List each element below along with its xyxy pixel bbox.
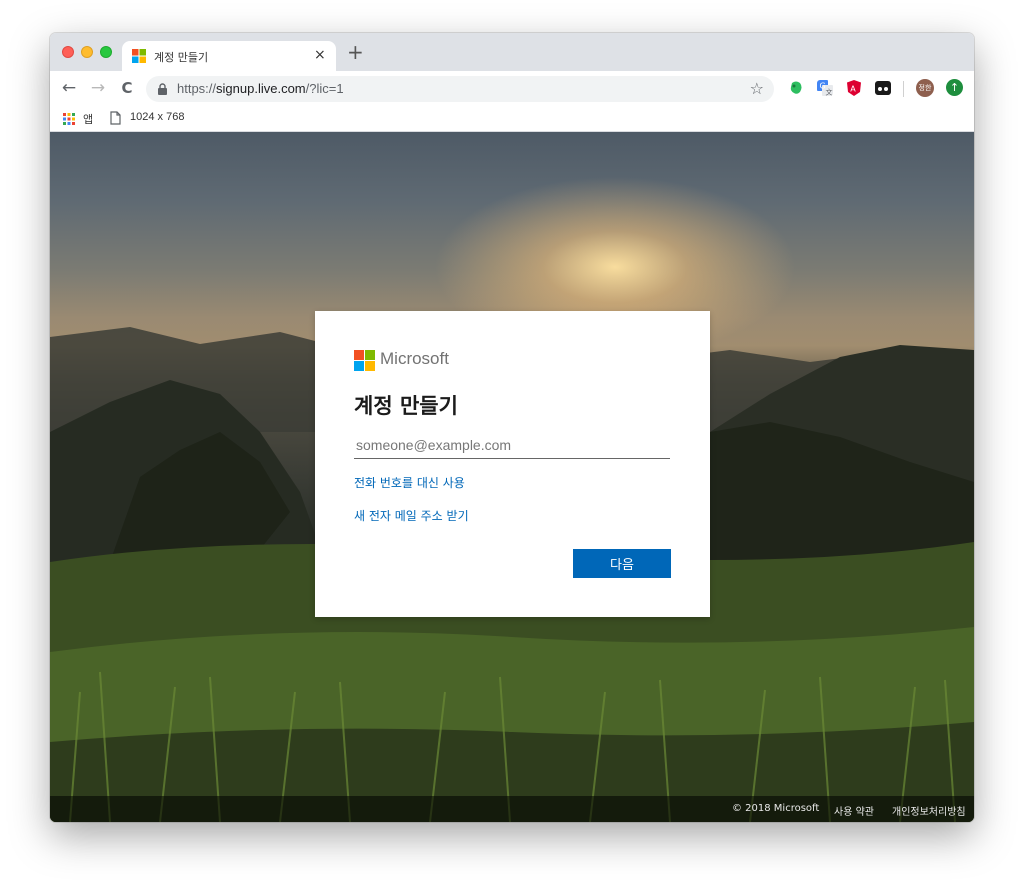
page-footer: © 2018 Microsoft 사용 약관 개인정보처리방침 [50,796,974,822]
bookmark-page[interactable]: 1024 x 768 [130,111,184,123]
next-button[interactable]: 다음 [573,549,671,578]
update-icon[interactable]: ↑ [946,79,963,96]
translate-icon[interactable]: G 文 [817,80,833,96]
forward-button[interactable]: → [87,77,109,99]
url-path: /?lic=1 [305,81,344,96]
tab-active[interactable]: 계정 만들기 × [122,41,336,71]
close-window-button[interactable] [62,46,74,58]
maximize-window-button[interactable] [100,46,112,58]
page-icon [110,111,121,125]
profile-avatar[interactable]: 정한 [916,79,934,97]
browser-window: 계정 만들기 × + ← → C https://signup.live.com… [50,33,974,822]
reload-button[interactable]: C [116,77,138,99]
card-title: 계정 만들기 [354,394,458,418]
new-tab-button[interactable]: + [347,41,364,63]
email-input[interactable] [354,432,670,459]
footer-copyright: © 2018 Microsoft [732,803,820,814]
browser-toolbar: ← → C https://signup.live.com/?lic=1 ☆ G… [50,71,974,105]
use-phone-link[interactable]: 전화 번호를 대신 사용 [354,474,465,491]
minimize-window-button[interactable] [81,46,93,58]
microsoft-favicon-icon [132,49,146,63]
url-text: https://signup.live.com/?lic=1 [177,81,344,96]
url-host: signup.live.com [216,81,306,96]
evernote-icon[interactable] [788,80,804,96]
tab-strip: 계정 만들기 × + [50,33,974,71]
angular-icon[interactable]: A [846,80,862,96]
signup-page: Microsoft 계정 만들기 전화 번호를 대신 사용 새 전자 메일 주소… [50,132,974,822]
microsoft-brand-text: Microsoft [380,349,449,368]
svg-text:A: A [850,85,856,94]
back-button[interactable]: ← [58,77,80,99]
tab-title: 계정 만들기 [154,51,209,64]
url-prefix: https:// [177,81,217,96]
svg-text:文: 文 [826,88,833,97]
footer-terms-link[interactable]: 사용 약관 [834,803,874,818]
microsoft-logo-icon [354,350,375,371]
address-bar[interactable]: https://signup.live.com/?lic=1 ☆ [146,76,774,102]
lock-icon [158,83,167,95]
signup-card: Microsoft 계정 만들기 전화 번호를 대신 사용 새 전자 메일 주소… [315,311,710,617]
tab-close-icon[interactable]: × [314,46,326,64]
new-email-link[interactable]: 새 전자 메일 주소 받기 [354,507,469,524]
ublock-icon[interactable] [875,80,891,96]
toolbar-separator [903,81,904,97]
footer-privacy-link[interactable]: 개인정보처리방침 [892,803,966,818]
bookmarks-bar: 앱 1024 x 768 [50,105,974,132]
bookmark-star-icon[interactable]: ☆ [750,79,764,98]
apps-grid-icon[interactable] [63,113,75,125]
bookmark-apps[interactable]: 앱 [83,111,93,127]
